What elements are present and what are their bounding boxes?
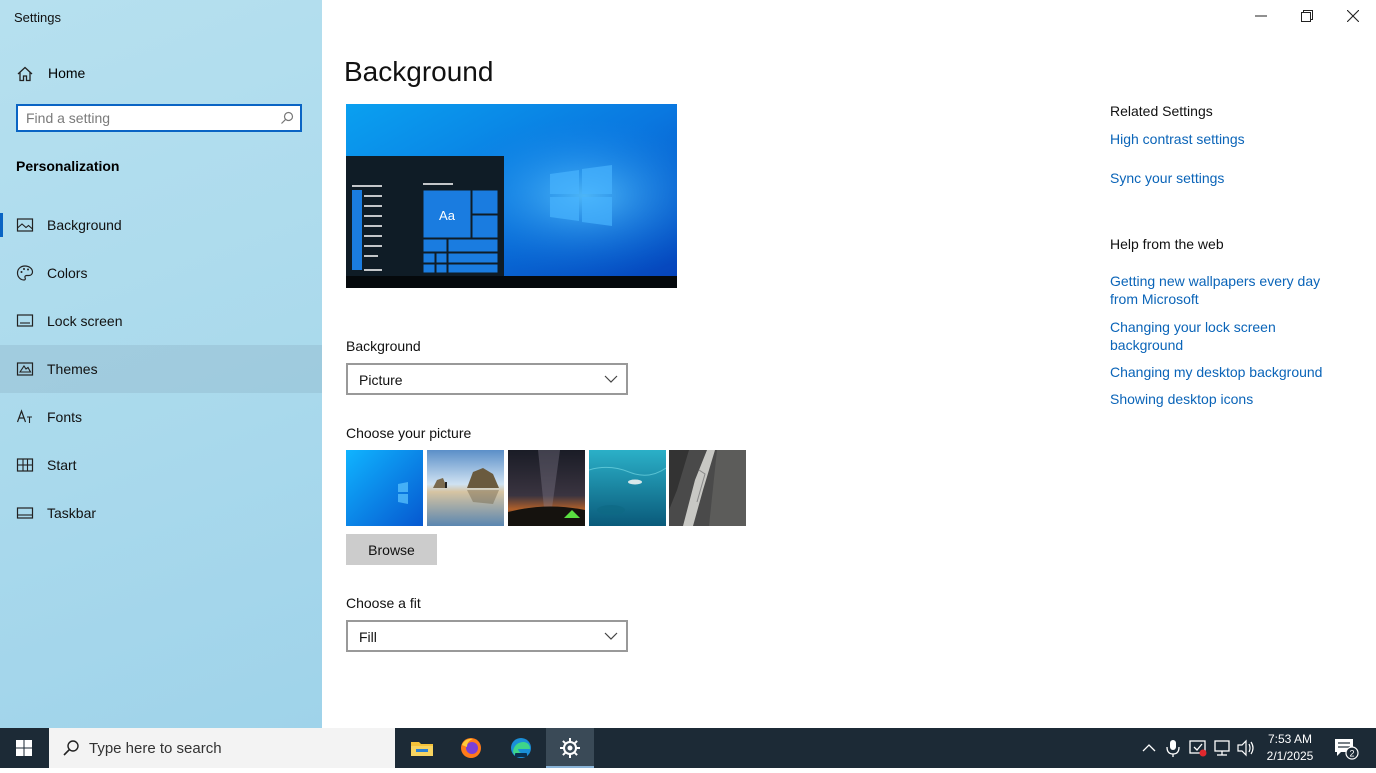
taskbar-search-placeholder: Type here to search — [89, 740, 222, 757]
clock[interactable]: 7:53 AM 2/1/2025 — [1258, 731, 1322, 765]
close-icon — [1347, 10, 1359, 22]
sidebar-item-colors[interactable]: Colors — [0, 249, 322, 297]
choose-fit-label: Choose a fit — [346, 595, 421, 611]
sync-settings-link[interactable]: Sync your settings — [1110, 169, 1340, 187]
start-button[interactable] — [0, 728, 48, 768]
chevron-down-icon — [604, 375, 618, 383]
sidebar-item-label: Start — [47, 457, 77, 473]
home-nav-item[interactable]: Home — [0, 56, 322, 90]
edge-icon — [511, 738, 531, 758]
taskbar-icon — [16, 507, 34, 519]
home-icon — [17, 66, 33, 82]
taskbar: Type here to search 7:53 AM 2/1/2025 2 — [0, 728, 1376, 768]
background-label: Background — [346, 338, 421, 354]
windows-wallpaper-image — [346, 450, 423, 526]
minimize-icon — [1255, 15, 1267, 17]
page-title: Background — [344, 56, 494, 87]
fonts-icon — [16, 409, 32, 423]
taskbar-search-box[interactable]: Type here to search — [49, 728, 395, 768]
picture-thumbnail-night-sky[interactable] — [508, 450, 585, 526]
window-title: Settings — [14, 10, 61, 25]
restore-icon — [1301, 10, 1313, 22]
picture-icon — [16, 218, 34, 232]
rock-cliff-image — [669, 450, 746, 526]
notification-count: 2 — [1349, 749, 1354, 759]
windows-start-icon — [16, 740, 32, 756]
close-button[interactable] — [1330, 0, 1376, 32]
restore-button[interactable] — [1284, 0, 1330, 32]
taskbar-app-edge[interactable] — [497, 728, 545, 768]
related-settings-heading: Related Settings — [1110, 103, 1213, 119]
home-label: Home — [48, 65, 86, 81]
picture-thumbnail-rock-cliff[interactable] — [669, 450, 746, 526]
fit-value: Fill — [359, 629, 377, 645]
security-alert-icon — [1189, 740, 1207, 757]
beach-rocks-image — [427, 450, 504, 526]
microphone-icon — [1166, 740, 1180, 757]
help-link-desktop-background[interactable]: Changing my desktop background — [1110, 363, 1340, 381]
sidebar-item-label: Colors — [47, 265, 88, 281]
sidebar-item-taskbar[interactable]: Taskbar — [0, 489, 322, 537]
search-icon — [63, 740, 79, 756]
taskbar-app-settings[interactable] — [546, 728, 594, 768]
palette-icon — [16, 265, 34, 281]
browse-button[interactable]: Browse — [346, 534, 437, 565]
help-link-new-wallpapers[interactable]: Getting new wallpapers every day from Mi… — [1110, 272, 1340, 308]
help-link-lock-screen-background[interactable]: Changing your lock screen background — [1110, 318, 1340, 354]
themes-icon — [16, 362, 34, 376]
night-sky-image — [508, 450, 585, 526]
picture-thumbnail-windows[interactable] — [346, 450, 423, 526]
network-icon — [1214, 740, 1230, 756]
clock-date: 2/1/2025 — [1266, 749, 1314, 763]
start-icon — [16, 458, 34, 472]
file-explorer-icon — [411, 742, 433, 756]
sidebar-item-start[interactable]: Start — [0, 441, 322, 489]
find-setting-input[interactable] — [26, 109, 274, 127]
high-contrast-settings-link[interactable]: High contrast settings — [1110, 130, 1340, 148]
sidebar-item-label: Themes — [47, 361, 98, 377]
sidebar-item-background[interactable]: Background — [0, 201, 322, 249]
security-tray-button[interactable] — [1187, 728, 1209, 768]
volume-icon — [1237, 739, 1254, 757]
sidebar-item-label: Fonts — [47, 409, 83, 425]
choose-picture-label: Choose your picture — [346, 425, 472, 441]
sidebar-item-label: Background — [47, 217, 122, 233]
desktop-preview: Aa — [346, 104, 677, 288]
clock-time: 7:53 AM — [1267, 732, 1313, 746]
background-type-dropdown[interactable]: Picture — [346, 363, 628, 395]
microphone-tray-button[interactable] — [1163, 728, 1183, 768]
picture-thumbnail-beach[interactable] — [427, 450, 504, 526]
chevron-up-icon — [1142, 744, 1156, 752]
lock-screen-icon — [16, 314, 34, 327]
show-hidden-icons-button[interactable] — [1140, 728, 1158, 768]
help-link-desktop-icons[interactable]: Showing desktop icons — [1110, 390, 1340, 408]
firefox-icon — [461, 738, 481, 758]
search-icon — [281, 111, 294, 124]
choose-fit-dropdown[interactable]: Fill — [346, 620, 628, 652]
notification-icon: 2 — [1335, 739, 1359, 760]
find-setting-search-box[interactable] — [16, 104, 302, 132]
underwater-image — [589, 450, 666, 526]
minimize-button[interactable] — [1238, 0, 1284, 32]
background-type-value: Picture — [359, 372, 403, 388]
sidebar-item-themes[interactable]: Themes — [0, 345, 322, 393]
picture-thumbnail-underwater[interactable] — [589, 450, 666, 526]
action-center-button[interactable]: 2 — [1328, 728, 1364, 768]
sidebar: Settings Home Personalization Background… — [0, 0, 322, 728]
chevron-down-icon — [604, 632, 618, 640]
sidebar-item-label: Lock screen — [47, 313, 123, 329]
sidebar-item-label: Taskbar — [47, 505, 97, 521]
gear-icon — [560, 738, 580, 758]
section-heading: Personalization — [16, 158, 120, 174]
sidebar-item-fonts[interactable]: Fonts — [0, 393, 322, 441]
sidebar-item-lock-screen[interactable]: Lock screen — [0, 297, 322, 345]
help-from-web-heading: Help from the web — [1110, 236, 1224, 252]
taskbar-app-file-explorer[interactable] — [398, 728, 446, 768]
preview-tile-text: Aa — [439, 208, 456, 223]
taskbar-app-firefox[interactable] — [447, 728, 495, 768]
network-tray-button[interactable] — [1212, 728, 1234, 768]
volume-tray-button[interactable] — [1236, 728, 1256, 768]
